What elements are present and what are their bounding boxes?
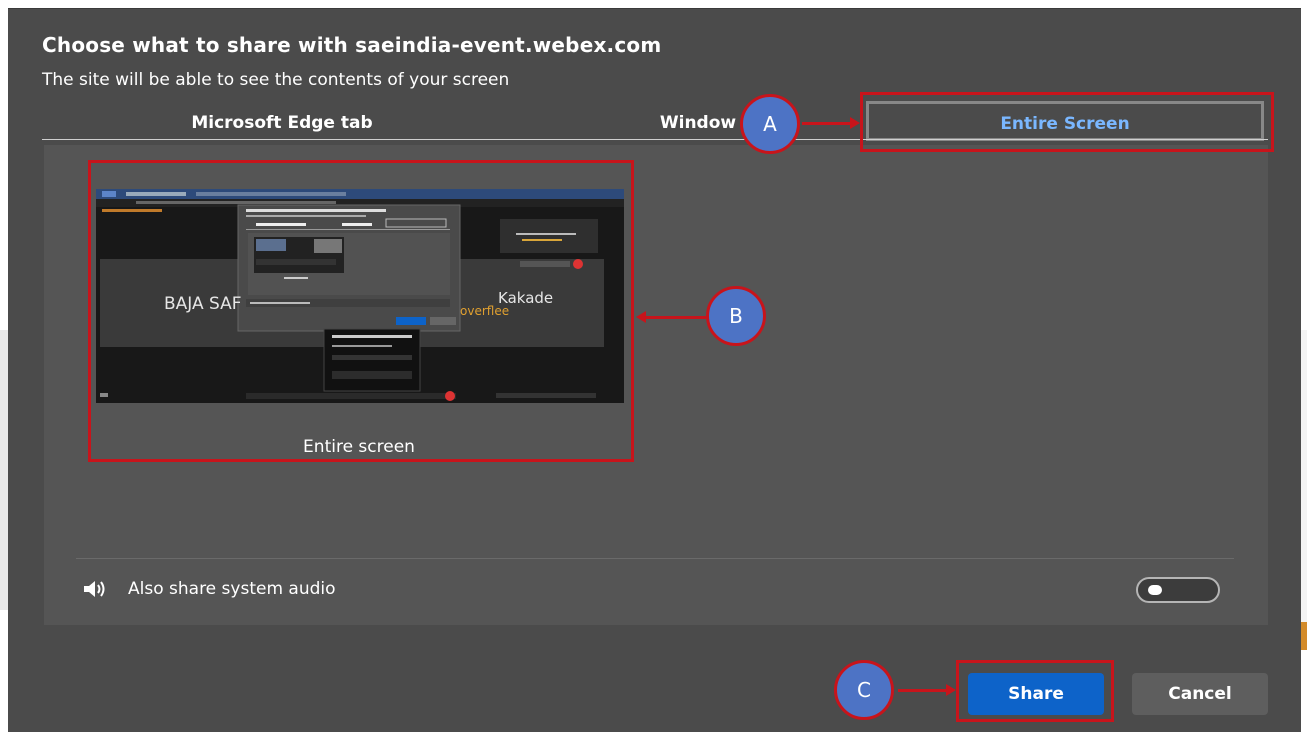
annotation-marker-b: B [706, 286, 766, 346]
annotation-arrow-a [802, 122, 852, 125]
annotation-arrowhead-a [850, 117, 860, 129]
annotation-arrowhead-c [946, 684, 956, 696]
background-accent-edge [1301, 622, 1307, 650]
audio-divider [76, 558, 1234, 559]
dialog-subtitle: The site will be able to see the content… [42, 70, 510, 90]
entire-screen-label: Entire screen [303, 437, 415, 457]
share-button[interactable]: Share [968, 673, 1104, 715]
annotation-marker-c: C [834, 660, 894, 720]
dialog-title: Choose what to share with saeindia-event… [42, 33, 662, 57]
tab-divider [42, 139, 1268, 140]
tab-microsoft-edge-tab[interactable]: Microsoft Edge tab [42, 105, 522, 141]
annotation-marker-a: A [740, 94, 800, 154]
share-system-audio-toggle[interactable] [1136, 577, 1220, 603]
toggle-knob [1148, 585, 1162, 595]
speaker-icon [84, 581, 105, 597]
tab-entire-screen[interactable]: Entire Screen [866, 101, 1264, 141]
background-window-edge-left [0, 330, 8, 610]
share-dialog: Choose what to share with saeindia-event… [8, 8, 1301, 732]
preview-left-text: BAJA SAF [164, 294, 242, 314]
annotation-arrow-b [646, 316, 706, 319]
background-window-edge-right [1301, 330, 1307, 630]
share-content-panel: BAJA SAF Kakade overflee Entire screen A… [44, 145, 1268, 625]
share-system-audio-label: Also share system audio [128, 579, 336, 599]
annotation-arrow-c [898, 689, 948, 692]
cancel-button[interactable]: Cancel [1132, 673, 1268, 715]
preview-right-sub: overflee [460, 304, 509, 318]
screen-preview-thumbnail[interactable]: BAJA SAF Kakade overflee [96, 189, 624, 403]
screen-preview-image: BAJA SAF Kakade overflee [96, 189, 624, 403]
annotation-arrowhead-b [636, 311, 646, 323]
